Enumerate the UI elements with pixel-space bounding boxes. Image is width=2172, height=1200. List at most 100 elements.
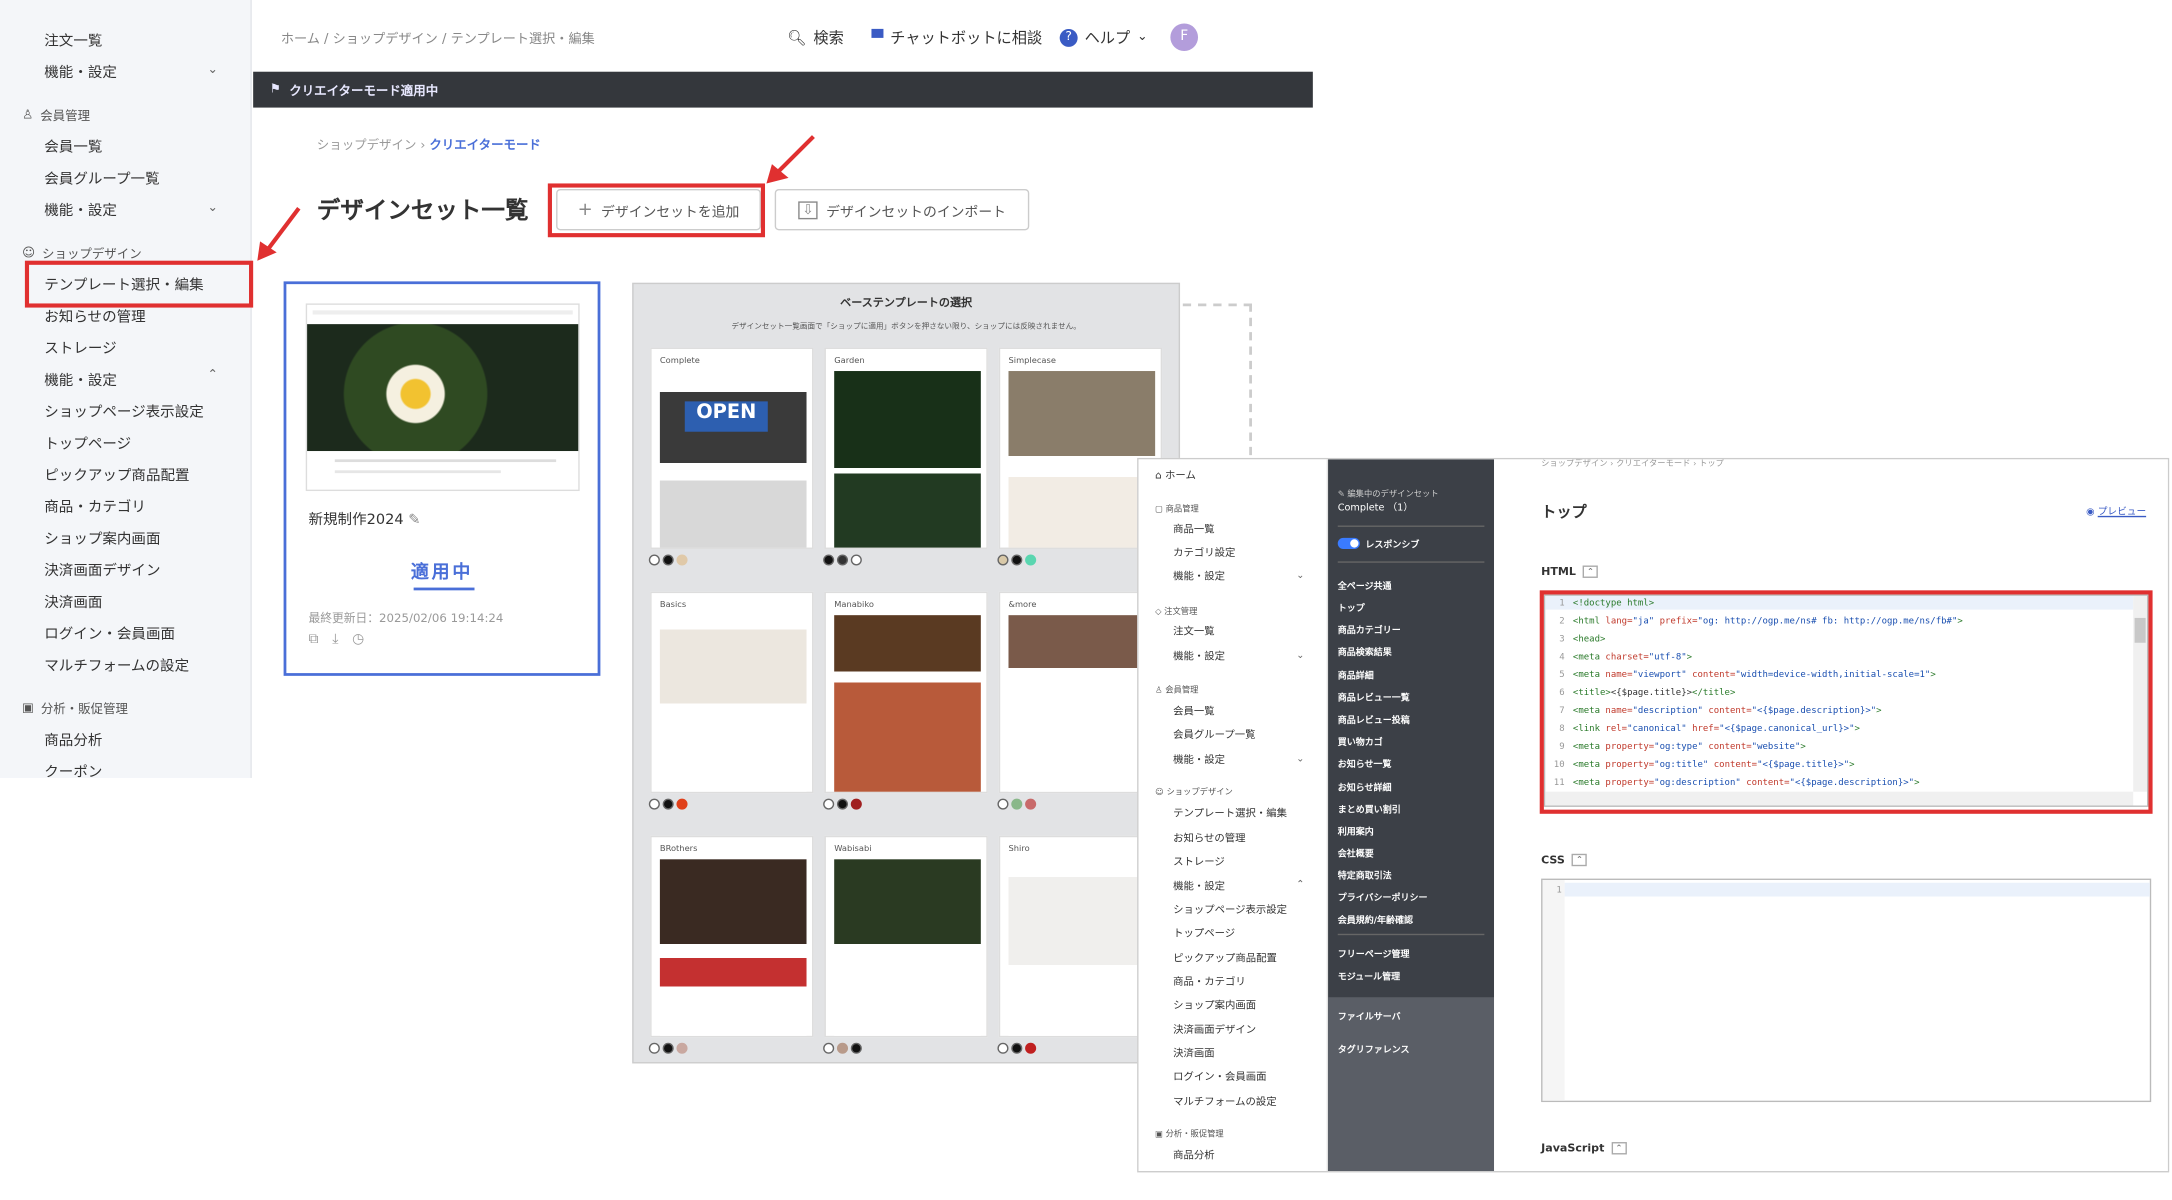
- download-icon[interactable]: ⤓: [332, 632, 338, 647]
- chevron-up-icon[interactable]: ⌃: [208, 368, 218, 382]
- nav-item[interactable]: 注文一覧: [1173, 623, 1215, 638]
- sidebar-item-payment-design[interactable]: 決済画面デザイン: [44, 560, 160, 581]
- search-button[interactable]: 🔍︎ 検索: [787, 26, 844, 48]
- nav-item[interactable]: お知らせの管理: [1173, 830, 1245, 845]
- swatch[interactable]: [662, 1042, 674, 1054]
- page-item[interactable]: 商品詳細: [1338, 668, 1374, 681]
- nav-item[interactable]: ログイン・会員画面: [1173, 1069, 1266, 1084]
- css-code-editor[interactable]: 1: [1541, 878, 2152, 1103]
- sidebar-item-payment[interactable]: 決済画面: [44, 592, 102, 613]
- swatch[interactable]: [662, 554, 674, 566]
- template-card-wabisabi[interactable]: Wabisabi: [824, 835, 988, 1038]
- page-item[interactable]: 商品レビュー一覧: [1338, 690, 1410, 703]
- nav-item[interactable]: ピックアップ商品配置: [1173, 950, 1277, 965]
- page-item[interactable]: 全ページ共通: [1338, 578, 1392, 592]
- swatch[interactable]: [850, 798, 862, 810]
- page-item[interactable]: プライバシーポリシー: [1338, 890, 1428, 903]
- swatch[interactable]: [836, 1042, 849, 1054]
- sidebar-item-page-display[interactable]: ショップページ表示設定: [44, 401, 204, 422]
- swatch[interactable]: [823, 798, 835, 810]
- nav-home[interactable]: ⌂ ホーム: [1155, 468, 1196, 483]
- sidebar-item-storage[interactable]: ストレージ: [44, 338, 116, 359]
- swatch[interactable]: [997, 798, 1009, 810]
- chevron-down-icon[interactable]: ⌄: [208, 63, 218, 77]
- sidebar-item-member-settings[interactable]: 機能・設定: [44, 200, 117, 221]
- collapse-icon[interactable]: ⌃: [1571, 853, 1588, 867]
- template-card-complete[interactable]: Complete OPEN: [650, 347, 814, 549]
- nav-item[interactable]: テンプレート選択・編集: [1173, 806, 1287, 821]
- nav-item[interactable]: 会員一覧: [1173, 703, 1215, 718]
- copy-icon[interactable]: ⧉: [308, 632, 318, 647]
- sidebar-item-settings[interactable]: 機能・設定: [44, 62, 117, 83]
- sidebar-item-coupon[interactable]: クーポン: [44, 761, 102, 778]
- swatch[interactable]: [648, 554, 660, 566]
- nav-item[interactable]: カテゴリ設定: [1173, 545, 1235, 560]
- chevron-down-icon[interactable]: ⌄: [1296, 650, 1304, 661]
- swatch[interactable]: [648, 1042, 660, 1054]
- swatch[interactable]: [823, 554, 835, 566]
- chevron-down-icon[interactable]: ⌄: [1296, 570, 1304, 581]
- nav-item[interactable]: 機能・設定: [1173, 568, 1225, 583]
- swatch[interactable]: [1025, 798, 1037, 810]
- toggle-switch[interactable]: [1337, 537, 1360, 549]
- swatch[interactable]: [997, 1042, 1009, 1054]
- page-item[interactable]: 商品検索結果: [1338, 644, 1392, 658]
- template-card-brothers[interactable]: BRothers: [650, 835, 814, 1038]
- swatch[interactable]: [676, 1042, 688, 1054]
- nav-item[interactable]: 決済画面: [1173, 1046, 1215, 1061]
- page-item[interactable]: フリーページ管理: [1338, 946, 1410, 960]
- swatch[interactable]: [823, 1042, 835, 1054]
- template-card-basics[interactable]: Basics: [650, 591, 814, 794]
- avatar[interactable]: F: [1170, 23, 1199, 52]
- swatch[interactable]: [850, 554, 862, 566]
- page-item[interactable]: お知らせ一覧: [1338, 756, 1392, 770]
- nav-item[interactable]: 機能・設定: [1173, 648, 1225, 663]
- sidebar-item-top-page[interactable]: トップページ: [44, 433, 131, 454]
- nav-item[interactable]: トップページ: [1173, 926, 1235, 941]
- breadcrumb-parent[interactable]: ショップデザイン: [317, 139, 417, 153]
- page-item[interactable]: トップ: [1338, 600, 1365, 614]
- template-card-manabiko[interactable]: Manabiko: [824, 591, 988, 794]
- sidebar-item-orders[interactable]: 注文一覧: [44, 30, 102, 51]
- chatbot-button[interactable]: ▀ チャットボットに相談: [872, 26, 1043, 48]
- swatch[interactable]: [648, 798, 660, 810]
- page-item[interactable]: タグリファレンス: [1338, 1041, 1410, 1055]
- nav-item[interactable]: 決済画面デザイン: [1173, 1022, 1256, 1037]
- sidebar-item-shop-guide[interactable]: ショップ案内画面: [44, 528, 160, 549]
- swatch[interactable]: [662, 798, 674, 810]
- nav-item[interactable]: ショップ案内画面: [1173, 997, 1256, 1012]
- page-item[interactable]: モジュール管理: [1338, 968, 1400, 982]
- nav-item[interactable]: ショップページ表示設定: [1173, 902, 1287, 917]
- template-card-garden[interactable]: Garden: [824, 347, 988, 549]
- swatch[interactable]: [836, 798, 849, 810]
- swatch[interactable]: [997, 554, 1009, 566]
- page-item[interactable]: 買い物カゴ: [1338, 734, 1383, 748]
- import-design-set-button[interactable]: ⇩ デザインセットのインポート: [774, 188, 1030, 231]
- page-item[interactable]: ファイルサーバ: [1338, 1008, 1401, 1022]
- help-button[interactable]: ? ヘルプ ⌄: [1059, 26, 1148, 48]
- nav-item[interactable]: ストレージ: [1173, 854, 1225, 869]
- chevron-down-icon[interactable]: ⌄: [208, 201, 218, 215]
- nav-item[interactable]: 商品一覧: [1173, 521, 1215, 536]
- swatch[interactable]: [836, 554, 849, 566]
- nav-item[interactable]: 商品分析: [1173, 1148, 1215, 1163]
- nav-item[interactable]: マルチフォームの設定: [1173, 1094, 1276, 1109]
- page-item[interactable]: お知らせ詳細: [1338, 779, 1392, 793]
- page-item[interactable]: まとめ買い割引: [1338, 801, 1401, 815]
- sidebar-item-multiform[interactable]: マルチフォームの設定: [44, 655, 189, 676]
- page-item[interactable]: 会社概要: [1338, 846, 1374, 859]
- design-set-card[interactable]: 新規制作2024 ✎ 適用中 最終更新日：2025/02/06 19:14:24…: [283, 281, 601, 676]
- swatch[interactable]: [676, 798, 688, 810]
- swatch[interactable]: [1011, 798, 1023, 810]
- page-item[interactable]: 会員規約/年齢確認: [1338, 912, 1413, 925]
- page-item[interactable]: 商品カテゴリー: [1338, 622, 1401, 636]
- collapse-icon[interactable]: ⌃: [1611, 1142, 1627, 1155]
- swatch[interactable]: [1025, 1042, 1037, 1054]
- swatch[interactable]: [850, 1042, 862, 1054]
- chevron-down-icon[interactable]: ⌄: [1296, 753, 1304, 764]
- swatch[interactable]: [1011, 1042, 1023, 1054]
- sidebar-item-product-analytics[interactable]: 商品分析: [44, 730, 102, 751]
- swatch[interactable]: [676, 554, 688, 566]
- nav-item[interactable]: 機能・設定: [1173, 879, 1225, 894]
- nav-item[interactable]: 会員グループ一覧: [1173, 727, 1255, 742]
